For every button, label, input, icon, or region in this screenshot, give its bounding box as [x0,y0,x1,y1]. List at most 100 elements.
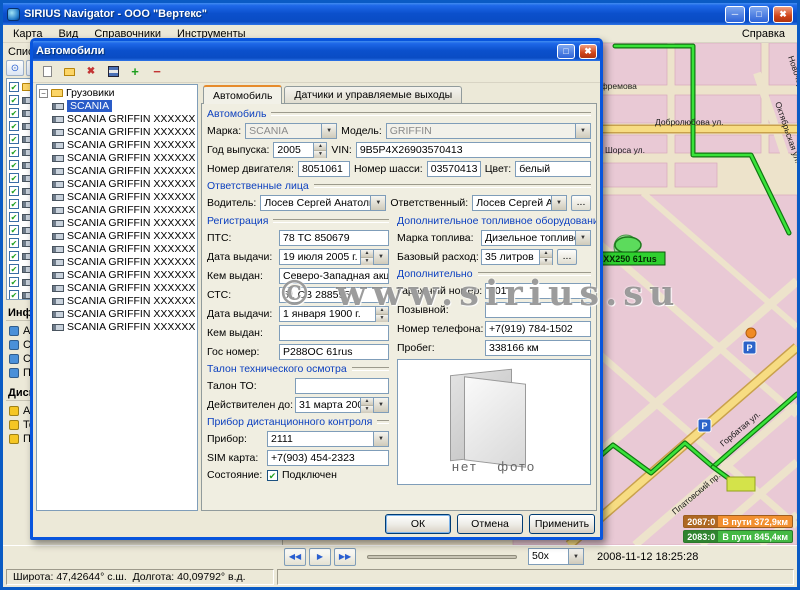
minimize-button[interactable]: ─ [725,6,745,23]
spinner-icons[interactable]: ▲▼ [539,250,552,264]
checkbox-icon[interactable]: ✔ [9,199,19,209]
checkbox-icon[interactable]: ✔ [9,108,19,118]
playback-slider[interactable] [367,555,517,559]
dialog-maximize-button[interactable]: □ [557,44,575,59]
checkbox-icon[interactable]: ✔ [9,173,19,183]
chevron-down-icon[interactable]: ▼ [373,250,388,264]
color-field[interactable]: белый [515,161,591,177]
connected-checkbox[interactable]: ✔ [267,470,278,481]
checkbox-icon[interactable]: ✔ [9,121,19,131]
chevron-down-icon[interactable]: ▼ [370,196,385,210]
valid-until-picker[interactable]: 31 марта 2009 г.▲▼▼ [295,397,389,413]
chevron-down-icon[interactable]: ▼ [321,124,336,138]
marka-combo[interactable]: SCANIA▼ [245,123,337,139]
menu-item-help[interactable]: Справка [732,27,795,41]
search-icon[interactable]: ⊙ [6,60,24,76]
vin-field[interactable]: 9B5P4X26903570413 [356,142,591,158]
save-button[interactable] [103,63,123,81]
tree-item[interactable]: SCANIA GRIFFIN ХХХХХХ 161rus [52,269,195,281]
tree-item[interactable]: SCANIA GRIFFIN ХХХХХХ 61rus [52,191,195,203]
add-button[interactable]: + [125,63,145,81]
checkbox-icon[interactable]: ✔ [9,186,19,196]
remove-button[interactable]: − [147,63,167,81]
checkbox-icon[interactable]: ✔ [9,238,19,248]
driver-combo[interactable]: Лосев Сергей Анатоль▼ [260,195,386,211]
sts-issuer-field[interactable] [279,325,389,341]
plate-field[interactable]: Р288ОС 61rus [279,344,389,360]
skip-back-icon[interactable]: ◀◀ [284,548,306,566]
checkbox-icon[interactable]: ✔ [9,147,19,157]
fuel-more-button[interactable]: ... [557,249,577,265]
checkbox-icon[interactable]: ✔ [9,212,19,222]
spinner-icons[interactable]: ▲▼ [375,307,388,321]
tree-item[interactable]: SCANIA GRIFFIN ХХХХХХ 161rus [52,256,195,268]
chevron-down-icon[interactable]: ▼ [373,432,388,446]
chevron-down-icon[interactable]: ▼ [575,231,590,245]
checkbox-icon[interactable]: ✔ [9,225,19,235]
pts-field[interactable]: 78 ТС 850679 [279,230,389,246]
delete-button[interactable]: ✖ [81,63,101,81]
checkbox-icon[interactable]: ✔ [9,264,19,274]
tree-item[interactable]: SCANIA GRIFFIN ХХХХХХ 61rus [52,217,195,229]
ok-button[interactable]: ОК [385,514,451,534]
chevron-down-icon[interactable]: ▼ [568,549,583,564]
sts-date-picker[interactable]: 1 января 1900 г.▲▼ [279,306,389,322]
pts-date-picker[interactable]: 19 июля 2005 г.▲▼▼ [279,249,389,265]
inspection-field[interactable] [295,378,389,394]
skip-forward-icon[interactable]: ▶▶ [334,548,356,566]
checkbox-icon[interactable]: ✔ [9,277,19,287]
maximize-button[interactable]: □ [749,6,769,23]
speed-combo[interactable]: 50x▼ [528,548,584,565]
callsign-field[interactable] [485,302,591,318]
checkbox-icon[interactable]: ✔ [9,160,19,170]
chassis-field[interactable]: 03570413 [427,161,481,177]
sts-field[interactable]: 61 СВ 288595 [279,287,389,303]
spinner-icons[interactable]: ▲▼ [360,398,373,412]
new-item-button[interactable] [37,63,57,81]
year-stepper[interactable]: 2005▲▼ [273,142,327,158]
tree-root[interactable]: − Грузовики [39,87,195,99]
pts-issuer-field[interactable]: Северо-Западная акционерн [279,268,389,284]
garage-field[interactable]: 001 [485,283,591,299]
chevron-down-icon[interactable]: ▼ [551,196,566,210]
chevron-down-icon[interactable]: ▼ [575,124,590,138]
spinner-icons[interactable]: ▲▼ [360,250,373,264]
tree-item[interactable]: SCANIA GRIFFIN ХХХХХХ 61rus [52,204,195,216]
add-group-button[interactable] [59,63,79,81]
tree-item[interactable]: SCANIA GRIFFIN ХХХХХХ 61rus [52,126,195,138]
phone-field[interactable]: +7(919) 784-1502 [485,321,591,337]
mileage-field[interactable]: 338166 км [485,340,591,356]
tree-item[interactable]: SCANIA GRIFFIN ХХХХХХ 161rus [52,308,195,320]
tree-item[interactable]: SCANIA GRIFFIN ХХХХХХ 61rus [52,230,195,242]
play-icon[interactable]: ▶ [309,548,331,566]
dialog-close-button[interactable]: ✖ [579,44,597,59]
apply-button[interactable]: Применить [529,514,595,534]
tree-item[interactable]: SCANIA GRIFFIN ХХХХХХ 61rus [52,178,195,190]
tree-item[interactable]: SCANIA GRIFFIN ХХХХХХ 61rus [52,113,195,125]
checkbox-icon[interactable]: ✔ [9,95,19,105]
checkbox-icon[interactable]: ✔ [9,290,19,300]
close-button[interactable]: ✖ [773,6,793,23]
vehicle-marker[interactable] [615,237,641,253]
tree-item[interactable]: SCANIA GRIFFIN ХХХХХХ 61rus [52,165,195,177]
fuel-type-combo[interactable]: Дизельное топливо▼ [481,230,591,246]
expander-icon[interactable]: − [39,89,48,98]
engine-field[interactable]: 8051061 [298,161,350,177]
tree-item[interactable]: SCANIA GRIFFIN ХХХХХХ 61rus [52,139,195,151]
tab-sensors[interactable]: Датчики и управляемые выходы [284,86,462,103]
chevron-down-icon[interactable]: ▼ [373,398,388,412]
responsible-combo[interactable]: Лосев Сергей Анатоль▼ [472,195,567,211]
tree-item[interactable]: SCANIA GRIFFIN ХХХХХХ 61rus [52,321,195,333]
spinner-icons[interactable]: ▲▼ [313,143,326,157]
checkbox-icon[interactable]: ✔ [9,82,19,92]
sim-field[interactable]: +7(903) 454-2323 [267,450,389,466]
cancel-button[interactable]: Отмена [457,514,523,534]
more-button[interactable]: ... [571,195,591,211]
fuel-rate-stepper[interactable]: 35 литров▲▼ [481,249,553,265]
tree-item[interactable]: SCANIA GRIFFIN ХХХХХХ 61rus [52,152,195,164]
checkbox-icon[interactable]: ✔ [9,134,19,144]
tree-item[interactable]: SCANIA GRIFFIN ХХХХХХ 161rus [52,282,195,294]
checkbox-icon[interactable]: ✔ [9,251,19,261]
tab-vehicle[interactable]: Автомобиль [203,85,282,104]
tree-item-selected[interactable]: SCANIA [52,100,195,112]
